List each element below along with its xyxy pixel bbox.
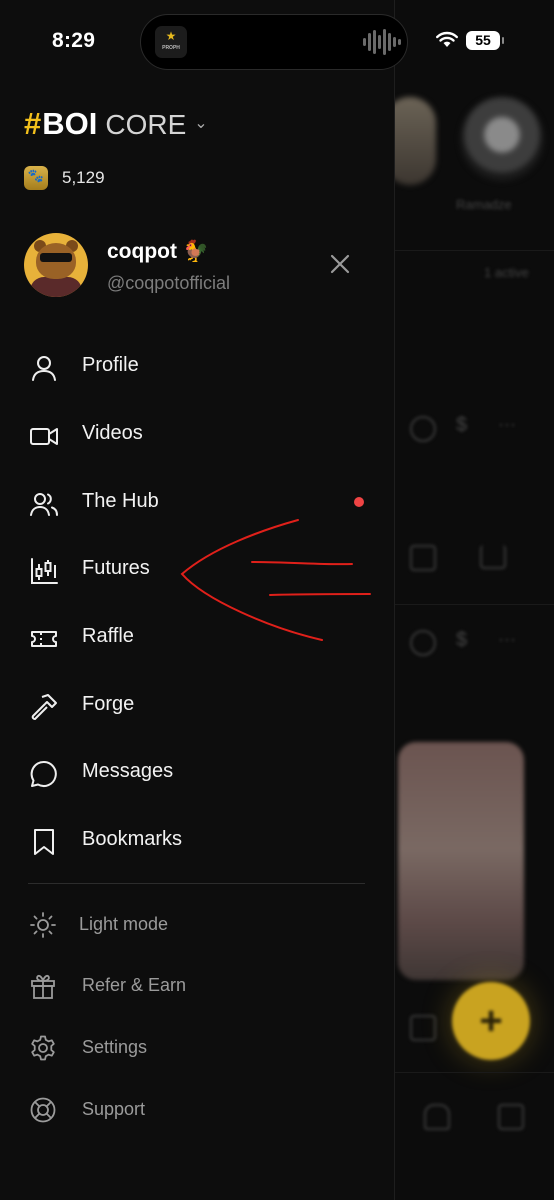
sun-icon [30, 912, 56, 938]
background-username: Ramadze [456, 197, 512, 212]
dynamic-island[interactable]: ★ PROPH [140, 14, 408, 70]
chat-bubble-icon [30, 760, 57, 787]
points-balance: 5,129 [24, 166, 105, 190]
chevron-down-icon: ⌄ [194, 115, 208, 132]
background-status: 1 active [484, 265, 529, 280]
community-switcher[interactable]: # BOI CORE ⌄ [24, 106, 208, 142]
video-camera-icon [30, 428, 58, 445]
menu-item-label: Videos [82, 422, 143, 444]
gift-icon [31, 974, 55, 999]
notification-dot [354, 497, 364, 507]
background-icon: ··· [498, 414, 516, 434]
menu-item-light-mode[interactable]: Light mode [0, 898, 394, 950]
background-bell-icon [424, 1104, 450, 1130]
background-icon: $ [456, 629, 468, 651]
menu-item-label: Raffle [82, 625, 134, 647]
menu-item-label: Messages [82, 760, 174, 782]
ticket-icon [31, 631, 57, 647]
background-compose-button: + [452, 982, 530, 1060]
background-media-card [398, 742, 524, 980]
background-divider [394, 1072, 554, 1073]
users-icon [30, 493, 58, 516]
menu-item-label: Forge [82, 693, 135, 715]
lifebuoy-icon [30, 1097, 56, 1123]
user-icon [32, 356, 56, 381]
side-drawer: 8:29 ★ PROPH 55 # BOI CORE ⌄ 5,129 coqpo… [0, 0, 504, 1200]
background-avatar [460, 97, 544, 181]
menu-item-label: Profile [82, 354, 139, 376]
candlestick-chart-icon [31, 558, 58, 584]
background-icon: $ [456, 414, 468, 436]
close-icon[interactable] [326, 250, 354, 278]
menu-item-refer-earn[interactable]: Refer & Earn [0, 959, 394, 1011]
menu-item-label: Refer & Earn [82, 975, 187, 995]
avatar[interactable] [24, 233, 88, 297]
status-time: 8:29 [52, 29, 96, 52]
menu-item-label: Bookmarks [82, 828, 183, 850]
menu-item-forge[interactable]: Forge [0, 677, 394, 733]
menu-item-profile[interactable]: Profile [0, 338, 394, 394]
menu-item-videos[interactable]: Videos [0, 406, 394, 462]
live-activity-app-icon: ★ PROPH [155, 26, 187, 58]
menu-item-label: Light mode [79, 914, 169, 934]
battery-indicator: 55 [466, 31, 504, 50]
menu-item-label: Support [82, 1099, 146, 1119]
paw-coin-icon [24, 166, 48, 190]
brand-name: BOI [42, 106, 98, 141]
background-icon: ··· [498, 629, 516, 649]
brand-hash: # [24, 106, 42, 141]
menu-item-bookmarks[interactable]: Bookmarks [0, 812, 394, 868]
background-icon [498, 1104, 524, 1130]
menu-divider [28, 883, 365, 884]
menu-item-raffle[interactable]: Raffle [0, 609, 394, 665]
background-share-icon [480, 545, 506, 569]
background-divider [394, 604, 554, 605]
background-icon [410, 416, 436, 442]
brand-tier: CORE [105, 109, 187, 140]
profile-name[interactable]: coqpot 🐓 [107, 240, 209, 264]
gear-icon [31, 1035, 55, 1061]
menu-item-settings[interactable]: Settings [0, 1021, 394, 1073]
audio-waveform-icon [363, 29, 401, 55]
menu-item-futures[interactable]: Futures [0, 541, 394, 597]
balance-value: 5,129 [62, 168, 105, 187]
menu-item-label: The Hub [82, 490, 159, 512]
background-avatar [394, 97, 436, 185]
wifi-icon [436, 31, 458, 47]
background-icon [410, 630, 436, 656]
menu-item-support[interactable]: Support [0, 1083, 394, 1135]
menu-item-messages[interactable]: Messages [0, 744, 394, 800]
menu-item-the-hub[interactable]: The Hub [0, 474, 394, 530]
profile-handle: @coqpotofficial [107, 273, 231, 293]
menu-item-label: Settings [82, 1037, 148, 1057]
background-bookmark-icon [410, 545, 436, 571]
background-divider [394, 250, 554, 251]
background-bookmark-icon [410, 1015, 436, 1041]
bookmark-icon [34, 829, 54, 855]
menu-item-label: Futures [82, 557, 150, 579]
hammer-icon [31, 694, 57, 720]
background-feed: Ramadze 1 active $ ··· $ ··· + [394, 0, 554, 1200]
